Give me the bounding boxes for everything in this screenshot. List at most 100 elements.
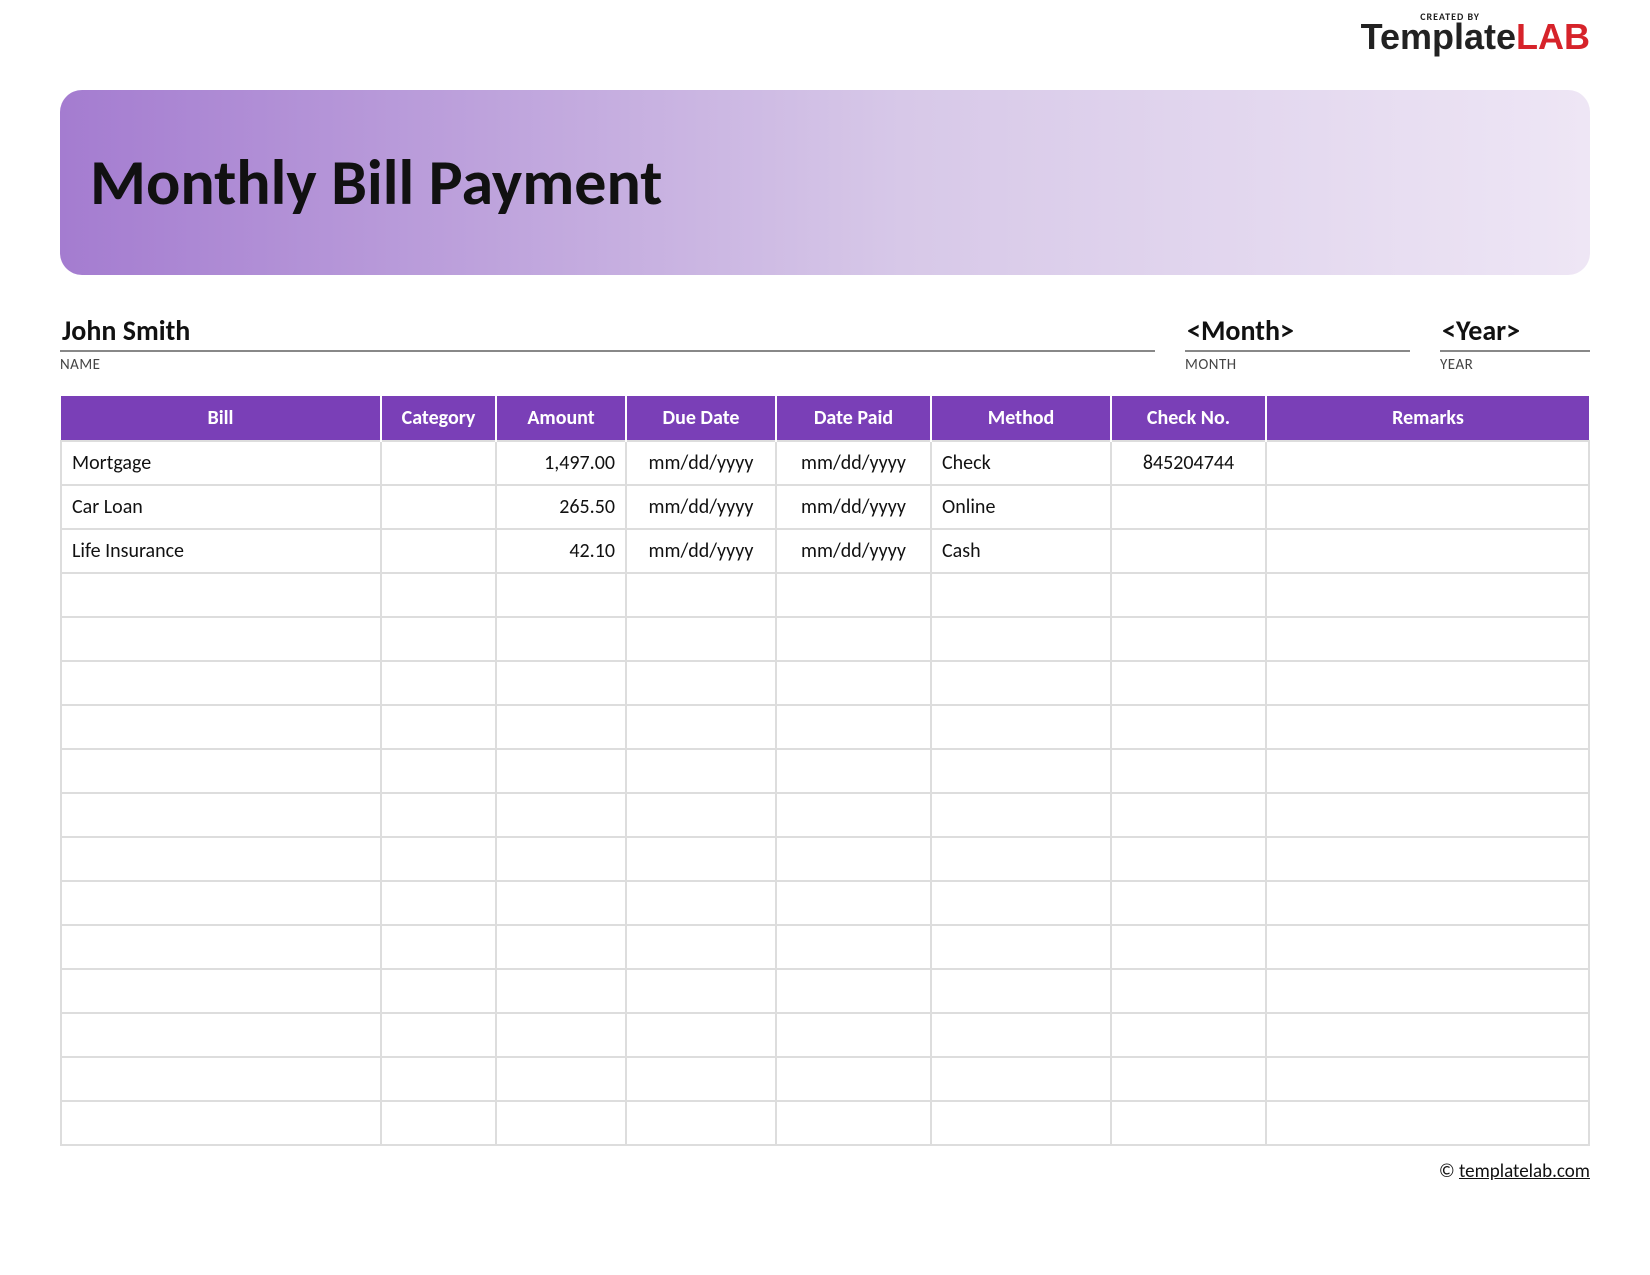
- cell-paid[interactable]: [776, 1057, 931, 1101]
- cell-bill[interactable]: [61, 881, 381, 925]
- cell-amount[interactable]: [496, 1013, 626, 1057]
- cell-category[interactable]: [381, 441, 496, 485]
- cell-paid[interactable]: [776, 837, 931, 881]
- cell-method[interactable]: Cash: [931, 529, 1111, 573]
- cell-remarks[interactable]: [1266, 485, 1589, 529]
- cell-bill[interactable]: Life Insurance: [61, 529, 381, 573]
- cell-remarks[interactable]: [1266, 925, 1589, 969]
- cell-due[interactable]: [626, 749, 776, 793]
- cell-bill[interactable]: [61, 969, 381, 1013]
- cell-method[interactable]: [931, 1013, 1111, 1057]
- cell-amount[interactable]: [496, 881, 626, 925]
- cell-paid[interactable]: [776, 617, 931, 661]
- cell-check[interactable]: [1111, 1057, 1266, 1101]
- cell-method[interactable]: [931, 661, 1111, 705]
- table-row[interactable]: [61, 969, 1589, 1013]
- cell-due[interactable]: [626, 793, 776, 837]
- cell-check[interactable]: [1111, 661, 1266, 705]
- cell-method[interactable]: [931, 793, 1111, 837]
- table-row[interactable]: [61, 881, 1589, 925]
- cell-amount[interactable]: [496, 969, 626, 1013]
- cell-method[interactable]: [931, 969, 1111, 1013]
- cell-method[interactable]: Check: [931, 441, 1111, 485]
- cell-remarks[interactable]: [1266, 617, 1589, 661]
- cell-bill[interactable]: [61, 749, 381, 793]
- cell-method[interactable]: [931, 837, 1111, 881]
- cell-remarks[interactable]: [1266, 705, 1589, 749]
- cell-category[interactable]: [381, 793, 496, 837]
- cell-paid[interactable]: [776, 705, 931, 749]
- cell-amount[interactable]: [496, 1101, 626, 1145]
- cell-method[interactable]: [931, 881, 1111, 925]
- cell-check[interactable]: [1111, 749, 1266, 793]
- cell-bill[interactable]: [61, 617, 381, 661]
- cell-bill[interactable]: [61, 793, 381, 837]
- cell-remarks[interactable]: [1266, 441, 1589, 485]
- cell-due[interactable]: [626, 837, 776, 881]
- table-row[interactable]: Life Insurance42.10mm/dd/yyyymm/dd/yyyyC…: [61, 529, 1589, 573]
- cell-due[interactable]: [626, 573, 776, 617]
- cell-check[interactable]: [1111, 925, 1266, 969]
- cell-amount[interactable]: [496, 925, 626, 969]
- cell-paid[interactable]: [776, 925, 931, 969]
- name-field[interactable]: John Smith NAME: [60, 313, 1155, 374]
- cell-check[interactable]: [1111, 573, 1266, 617]
- cell-category[interactable]: [381, 529, 496, 573]
- cell-check[interactable]: [1111, 485, 1266, 529]
- cell-due[interactable]: mm/dd/yyyy: [626, 485, 776, 529]
- cell-paid[interactable]: [776, 881, 931, 925]
- cell-category[interactable]: [381, 705, 496, 749]
- cell-category[interactable]: [381, 1057, 496, 1101]
- cell-check[interactable]: [1111, 969, 1266, 1013]
- cell-remarks[interactable]: [1266, 969, 1589, 1013]
- cell-bill[interactable]: [61, 1057, 381, 1101]
- cell-remarks[interactable]: [1266, 1057, 1589, 1101]
- cell-amount[interactable]: [496, 837, 626, 881]
- cell-paid[interactable]: [776, 969, 931, 1013]
- cell-amount[interactable]: [496, 1057, 626, 1101]
- cell-paid[interactable]: [776, 661, 931, 705]
- month-field[interactable]: <Month> MONTH: [1185, 313, 1410, 374]
- table-row[interactable]: [61, 617, 1589, 661]
- cell-check[interactable]: [1111, 529, 1266, 573]
- cell-category[interactable]: [381, 881, 496, 925]
- cell-method[interactable]: [931, 1101, 1111, 1145]
- cell-bill[interactable]: Mortgage: [61, 441, 381, 485]
- cell-check[interactable]: [1111, 1101, 1266, 1145]
- cell-category[interactable]: [381, 1013, 496, 1057]
- cell-amount[interactable]: 1,497.00: [496, 441, 626, 485]
- cell-due[interactable]: [626, 617, 776, 661]
- cell-remarks[interactable]: [1266, 529, 1589, 573]
- cell-check[interactable]: 845204744: [1111, 441, 1266, 485]
- cell-category[interactable]: [381, 749, 496, 793]
- cell-paid[interactable]: [776, 573, 931, 617]
- cell-method[interactable]: [931, 749, 1111, 793]
- cell-remarks[interactable]: [1266, 573, 1589, 617]
- cell-amount[interactable]: 265.50: [496, 485, 626, 529]
- cell-remarks[interactable]: [1266, 749, 1589, 793]
- cell-bill[interactable]: [61, 925, 381, 969]
- cell-due[interactable]: [626, 925, 776, 969]
- cell-paid[interactable]: mm/dd/yyyy: [776, 529, 931, 573]
- cell-category[interactable]: [381, 485, 496, 529]
- cell-bill[interactable]: [61, 1101, 381, 1145]
- table-row[interactable]: [61, 1013, 1589, 1057]
- cell-remarks[interactable]: [1266, 1101, 1589, 1145]
- cell-category[interactable]: [381, 661, 496, 705]
- cell-amount[interactable]: [496, 749, 626, 793]
- cell-method[interactable]: Online: [931, 485, 1111, 529]
- cell-due[interactable]: [626, 1057, 776, 1101]
- cell-bill[interactable]: [61, 573, 381, 617]
- cell-remarks[interactable]: [1266, 881, 1589, 925]
- cell-category[interactable]: [381, 837, 496, 881]
- table-row[interactable]: Mortgage1,497.00mm/dd/yyyymm/dd/yyyyChec…: [61, 441, 1589, 485]
- cell-method[interactable]: [931, 1057, 1111, 1101]
- cell-category[interactable]: [381, 925, 496, 969]
- cell-paid[interactable]: [776, 1101, 931, 1145]
- cell-check[interactable]: [1111, 617, 1266, 661]
- cell-remarks[interactable]: [1266, 793, 1589, 837]
- cell-method[interactable]: [931, 617, 1111, 661]
- cell-due[interactable]: [626, 1101, 776, 1145]
- cell-amount[interactable]: 42.10: [496, 529, 626, 573]
- cell-check[interactable]: [1111, 881, 1266, 925]
